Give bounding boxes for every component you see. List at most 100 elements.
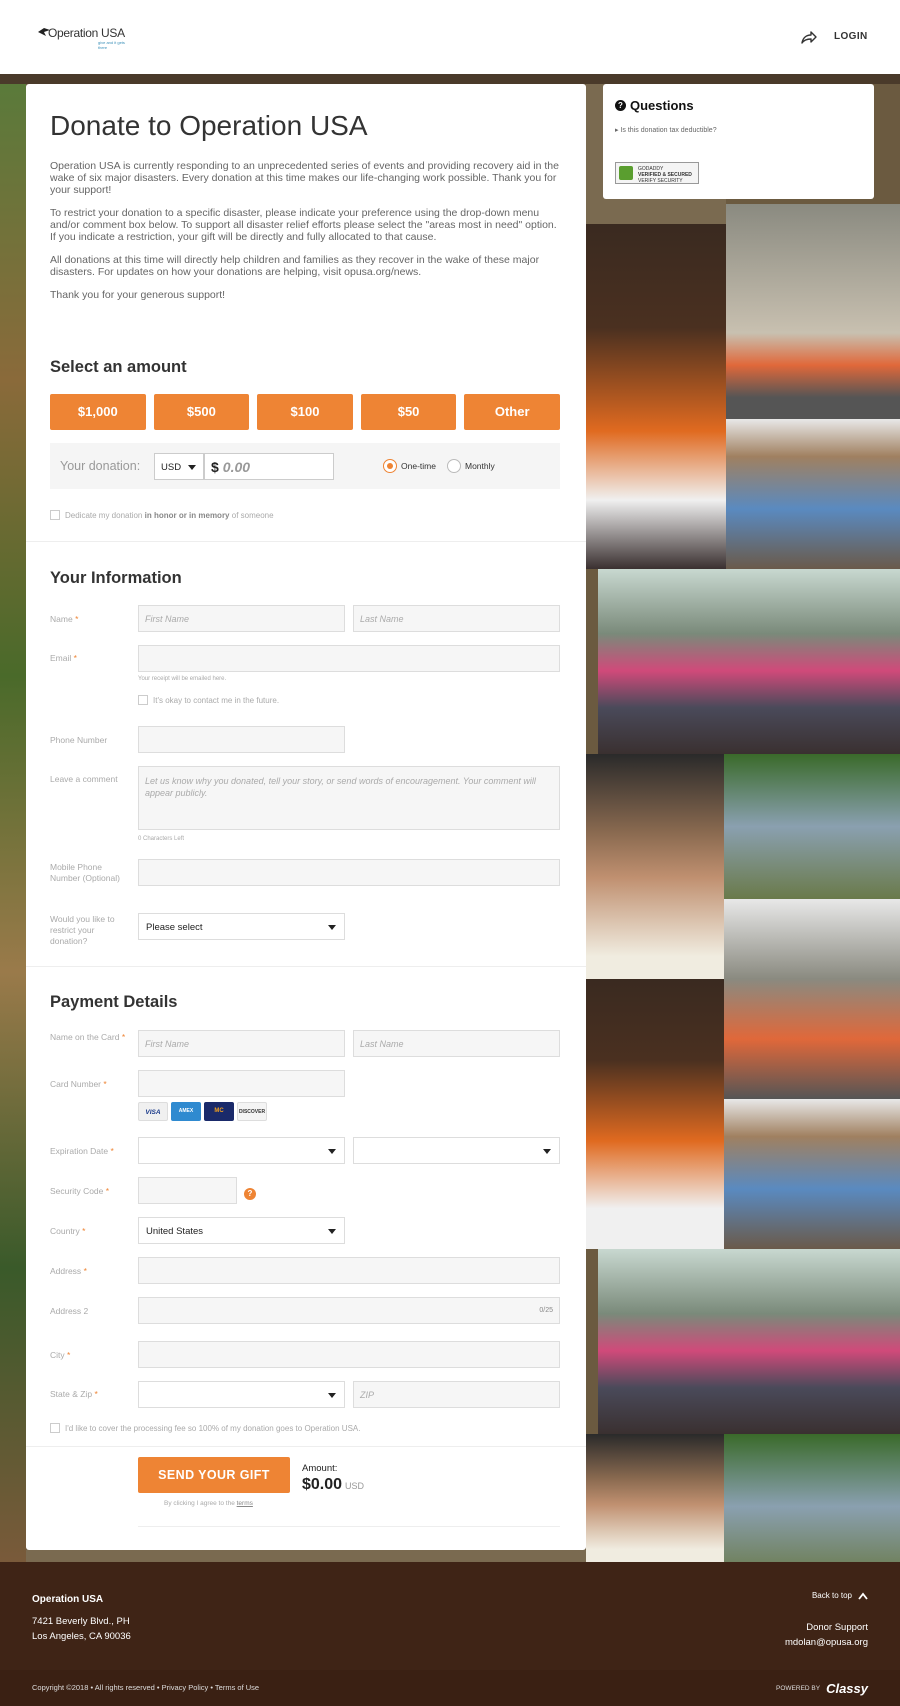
radio-empty-icon (447, 459, 461, 473)
payment-heading: Payment Details (50, 993, 178, 1011)
amount-other-button[interactable]: Other (464, 394, 560, 430)
email-field[interactable] (138, 645, 560, 672)
comment-textarea[interactable]: Let us know why you donated, tell your s… (138, 766, 560, 830)
intro-text: Operation USA is currently responding to… (50, 160, 559, 301)
restrict-label: Would you like to restrict your donation… (50, 914, 115, 946)
radio-selected-icon (383, 459, 397, 473)
chevron-down-icon (328, 1229, 336, 1234)
site-header: Operation USA give and it gets there LOG… (0, 0, 900, 74)
questions-title: ? Questions (615, 98, 694, 113)
chevron-down-icon (543, 1149, 551, 1154)
logo-text: Operation USA (48, 26, 125, 40)
amount-heading: Select an amount (50, 358, 187, 376)
login-link[interactable]: LOGIN (834, 31, 868, 42)
section-divider (26, 1446, 586, 1447)
faq-link[interactable]: ▸ Is this donation tax deductible? (615, 126, 717, 134)
dedicate-checkbox-row[interactable]: Dedicate my donation in honor or in memo… (50, 510, 274, 520)
expiration-month-select[interactable] (138, 1137, 345, 1164)
address-input[interactable] (138, 1257, 560, 1284)
contact-ok-row[interactable]: It's okay to contact me in the future. (138, 695, 279, 705)
one-time-radio[interactable]: One-time (383, 459, 436, 473)
terms-link[interactable]: terms (237, 1500, 253, 1507)
security-code-input[interactable] (138, 1177, 237, 1204)
chevron-down-icon (328, 1149, 336, 1154)
info-heading: Your Information (50, 569, 182, 587)
amount-options: $1,000 $500 $100 $50 Other (50, 394, 560, 430)
donor-support: Donor Support mdolan@opusa.org (784, 1622, 868, 1650)
city-input[interactable] (138, 1341, 560, 1368)
support-email-link[interactable]: mdolan@opusa.org (785, 1635, 868, 1650)
amount-50-button[interactable]: $50 (360, 394, 457, 430)
section-divider (26, 541, 586, 542)
footer-bottom-bar: Copyright ©2018 • All rights reserved • … (0, 1670, 900, 1706)
chevron-down-icon (328, 925, 336, 930)
card-number-input[interactable] (138, 1070, 345, 1097)
comment-label: Leave a comment (50, 774, 118, 784)
help-icon[interactable]: ? (244, 1188, 256, 1200)
chevron-down-icon (188, 465, 196, 470)
back-to-top-link[interactable]: Back to top (812, 1591, 868, 1600)
address-label: Address * (50, 1266, 87, 1276)
card-first-name-input[interactable]: First Name (138, 1030, 345, 1057)
mobile-label: Mobile Phone Number (Optional) (50, 862, 120, 883)
country-label: Country * (50, 1226, 86, 1236)
city-label: City * (50, 1350, 71, 1360)
amount-500-button[interactable]: $500 (153, 394, 250, 430)
section-divider (26, 966, 586, 967)
lock-icon (619, 166, 633, 180)
donation-form-card: Donate to Operation USA Operation USA is… (26, 84, 586, 1550)
question-circle-icon: ? (615, 100, 626, 111)
copyright: Copyright ©2018 • All rights reserved • … (32, 1683, 260, 1692)
contact-ok-checkbox[interactable] (138, 695, 148, 705)
questions-panel: ? Questions ▸ Is this donation tax deduc… (603, 84, 874, 199)
terms-notice: By clicking I agree to the terms (164, 1500, 253, 1507)
operation-usa-logo[interactable]: Operation USA give and it gets there (38, 26, 133, 50)
first-name-input[interactable]: First Name (138, 605, 345, 632)
footer-address: 7421 Beverly Blvd., PH Los Angeles, CA 9… (32, 1616, 131, 1642)
visa-icon: VISA (138, 1102, 168, 1121)
your-donation-label: Your donation: (60, 459, 141, 473)
state-select[interactable] (138, 1381, 345, 1408)
cover-fee-row[interactable]: I'd like to cover the processing fee so … (50, 1423, 360, 1433)
amount-1000-button[interactable]: $1,000 (50, 394, 146, 430)
last-name-input[interactable]: Last Name (353, 605, 560, 632)
amount-100-button[interactable]: $100 (257, 394, 353, 430)
send-gift-button[interactable]: SEND YOUR GIFT (138, 1457, 290, 1493)
cover-fee-checkbox[interactable] (50, 1423, 60, 1433)
amount-total: $0.00 USD (302, 1476, 365, 1493)
discover-icon: DISCOVER (237, 1102, 267, 1121)
powered-by-classy[interactable]: POWERED BY Classy (776, 1681, 868, 1696)
security-code-label: Security Code * (50, 1186, 110, 1196)
address2-counter: 0/25 (539, 1307, 553, 1314)
amount-label: Amount: (302, 1463, 338, 1474)
state-zip-label: State & Zip * (50, 1389, 98, 1399)
expiration-year-select[interactable] (353, 1137, 560, 1164)
logo-tagline: give and it gets there (98, 40, 125, 50)
share-icon[interactable] (800, 28, 818, 46)
restrict-select[interactable]: Please select (138, 913, 345, 940)
address2-input[interactable]: 0/25 (138, 1297, 560, 1324)
card-name-label: Name on the Card * (50, 1032, 126, 1042)
card-brands: VISA AMEX MC DISCOVER (138, 1102, 267, 1121)
card-last-name-input[interactable]: Last Name (353, 1030, 560, 1057)
site-footer: Operation USA 7421 Beverly Blvd., PH Los… (0, 1562, 900, 1670)
zip-input[interactable]: ZIP (353, 1381, 560, 1408)
amex-icon: AMEX (171, 1102, 201, 1121)
country-select[interactable]: United States (138, 1217, 345, 1244)
phone-label: Phone Number (50, 735, 108, 745)
name-label: Name * (50, 614, 79, 624)
email-hint: Your receipt will be emailed here. (138, 676, 227, 682)
expiration-label: Expiration Date * (50, 1146, 114, 1156)
address2-label: Address 2 (50, 1306, 89, 1316)
chevron-down-icon (328, 1393, 336, 1398)
phone-input[interactable] (138, 726, 345, 753)
section-divider (138, 1526, 560, 1527)
donation-amount-bar: Your donation: USD $0.00 One-time Monthl… (50, 443, 560, 489)
characters-left: 0 Characters Left (138, 836, 185, 842)
monthly-radio[interactable]: Monthly (447, 459, 495, 473)
donation-amount-input[interactable]: $0.00 (204, 453, 334, 480)
currency-select[interactable]: USD (154, 453, 204, 480)
godaddy-security-badge[interactable]: GODADDY VERIFIED & SECURED VERIFY SECURI… (615, 162, 699, 184)
dedicate-checkbox[interactable] (50, 510, 60, 520)
mobile-phone-input[interactable] (138, 859, 560, 886)
